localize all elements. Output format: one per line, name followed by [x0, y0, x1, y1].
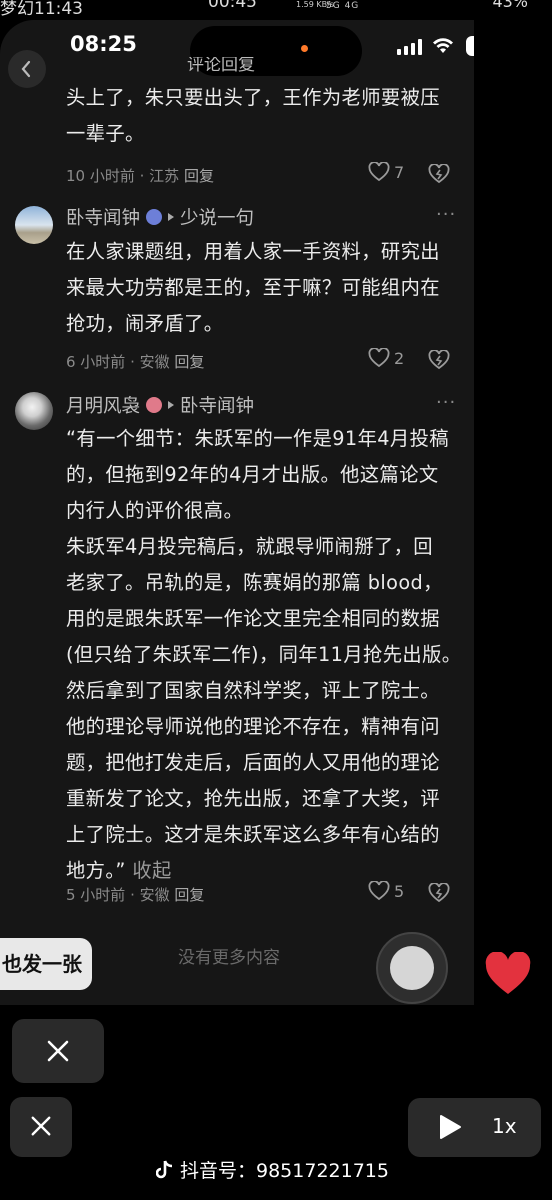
comment-meta: 10 小时前 · 江苏 回复	[66, 167, 214, 185]
comment-text: “有一个细节：朱跃军的一作是91年4月投稿 的，但拖到92年的4月才出版。他这篇…	[66, 427, 462, 882]
like-count: 5	[394, 881, 405, 901]
outer-status-left: 梦幻11:43	[0, 0, 83, 19]
heart-outline-icon	[368, 348, 390, 368]
username[interactable]: 卧寺闻钟	[66, 204, 140, 230]
reply-link[interactable]: 回复	[174, 353, 204, 371]
username[interactable]: 月明风袅	[66, 392, 140, 418]
outer-battery: 43%	[492, 0, 528, 11]
wifi-icon	[433, 38, 453, 53]
cellular-signal-icon	[397, 39, 423, 55]
reply-link[interactable]: 回复	[174, 886, 204, 904]
close-button[interactable]	[12, 1019, 104, 1083]
no-more-content-label: 没有更多内容	[178, 948, 280, 968]
reply-link[interactable]: 回复	[184, 167, 214, 185]
back-button[interactable]	[8, 50, 46, 88]
playback-controls: 1x	[408, 1098, 541, 1157]
douyin-logo-icon	[156, 1160, 173, 1178]
user-level-icon	[146, 209, 163, 225]
user-level-icon	[146, 397, 163, 413]
comment-meta: 6 小时前 · 安徽 回复	[66, 353, 205, 371]
comment-header: 月明风袅 卧寺闻钟	[66, 392, 254, 418]
privacy-dot-icon	[301, 45, 308, 52]
outer-status-center-time: 00:45	[208, 0, 257, 12]
battery-level: 68	[466, 36, 474, 56]
inner-time: 08:25	[70, 32, 137, 56]
reply-to-username[interactable]: 卧寺闻钟	[180, 392, 254, 418]
recorded-screen: 08:25 68 评论回复 头上了，朱只要出头了，王作为老师要被压 一辈子。 1…	[0, 20, 474, 1005]
close-icon	[31, 1116, 51, 1136]
comment-header: 卧寺闻钟 少说一句	[66, 204, 254, 230]
more-options-icon[interactable]: ···	[436, 392, 456, 413]
heart-outline-icon	[368, 162, 390, 182]
douyin-id: 抖音号：98517221715	[180, 1160, 389, 1182]
collapse-link[interactable]: 收起	[132, 859, 171, 882]
close-secondary-button[interactable]	[10, 1097, 72, 1157]
dislike-icon[interactable]	[428, 883, 450, 903]
avatar[interactable]	[15, 392, 53, 430]
dislike-icon[interactable]	[428, 164, 450, 184]
chevron-left-icon	[21, 60, 31, 78]
reply-to-username[interactable]: 少说一句	[180, 204, 254, 230]
playback-speed[interactable]: 1x	[492, 1114, 517, 1138]
dislike-icon[interactable]	[428, 350, 450, 370]
like-count: 2	[394, 348, 405, 368]
close-icon	[47, 1040, 69, 1062]
heart-filled-icon[interactable]	[484, 952, 532, 996]
more-options-icon[interactable]: ···	[436, 204, 456, 225]
capture-button[interactable]	[376, 932, 448, 1004]
like-count: 7	[394, 162, 405, 182]
signal-indicator: 5G 4G	[326, 1, 360, 11]
play-icon[interactable]	[438, 1114, 462, 1140]
like-button[interactable]: 2	[368, 348, 404, 368]
outer-status-bar: 梦幻11:43 00:45 1.59 KB/s 5G 4G 43%	[0, 0, 552, 20]
like-button[interactable]: 7	[368, 162, 404, 182]
avatar[interactable]	[15, 206, 53, 244]
douyin-watermark: 抖音号：98517221715	[156, 1156, 389, 1183]
post-one-button[interactable]: 也发一张	[0, 938, 92, 990]
like-button[interactable]: 5	[368, 881, 404, 901]
reply-arrow-icon	[168, 401, 175, 409]
heart-outline-icon	[368, 881, 390, 901]
comment-meta: 5 小时前 · 安徽 回复	[66, 886, 205, 904]
reply-arrow-icon	[168, 213, 175, 221]
comment-text: 头上了，朱只要出头了，王作为老师要被压 一辈子。	[66, 86, 440, 145]
comment-text: 在人家课题组，用着人家一手资料，研究出 来最大功劳都是王的，至于嘛？可能组内在 …	[66, 240, 440, 335]
